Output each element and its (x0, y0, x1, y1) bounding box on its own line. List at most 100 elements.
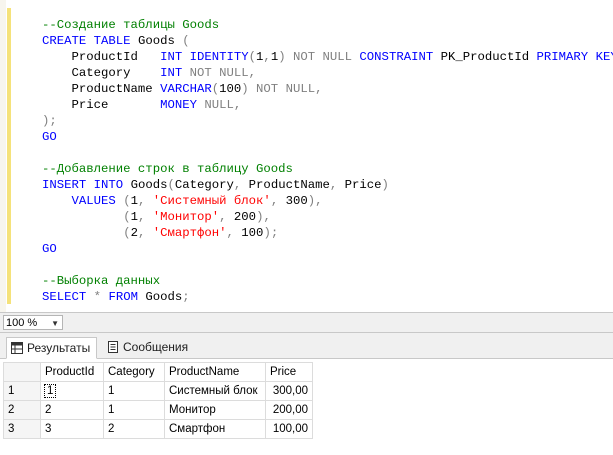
code-line[interactable]: ); (42, 113, 613, 129)
code-token: INSERT INTO (42, 178, 124, 192)
code-token: VALUES (42, 194, 116, 208)
code-line[interactable]: INSERT INTO Goods(Category, ProductName,… (42, 177, 613, 193)
column-header[interactable]: Price (265, 362, 313, 382)
table-row[interactable]: 3 3 2 Смартфон 100,00 (3, 419, 313, 439)
tab-results-label: Результаты (27, 341, 91, 355)
code-token: ( (123, 194, 131, 208)
tab-messages[interactable]: Сообщения (103, 337, 194, 357)
code-token: , (137, 226, 153, 240)
code-token: ) (241, 82, 249, 96)
tab-results[interactable]: Результаты (6, 337, 98, 360)
grid-cell[interactable]: Монитор (164, 400, 266, 420)
code-token: ( (182, 34, 190, 48)
grid-cell[interactable]: 300,00 (265, 381, 313, 401)
code-token: 2 (130, 226, 138, 240)
code-token: ); (42, 114, 57, 128)
code-token: ), (307, 194, 323, 208)
grid-cell[interactable]: Смартфон (164, 419, 266, 439)
code-token: ); (263, 226, 279, 240)
grid-cell[interactable]: 200,00 (265, 400, 313, 420)
results-tabs: Результаты Сообщения (0, 333, 613, 359)
grid-cell[interactable]: Системный блок (164, 381, 266, 401)
code-token: Goods (123, 178, 168, 192)
code-token: ( (248, 50, 257, 64)
code-token: ( (167, 178, 175, 192)
code-token: NOT NULL, (256, 82, 323, 96)
grid-corner[interactable] (3, 362, 41, 382)
code-line[interactable]: ProductId INT IDENTITY(1,1) NOT NULL CON… (42, 49, 613, 65)
code-token: ), (256, 210, 271, 224)
code-token: , (270, 194, 286, 208)
grid-cell[interactable]: 2 (40, 400, 104, 420)
table-row[interactable]: 2 2 1 Монитор 200,00 (3, 400, 313, 420)
code-line[interactable]: ProductName VARCHAR(100) NOT NULL, (42, 81, 613, 97)
code-line[interactable]: VALUES (1, 'Системный блок', 300), (42, 193, 613, 209)
code-token: --Добавление строк в таблицу Goods (42, 162, 293, 176)
code-token: --Выборка данных (42, 274, 161, 288)
query-editor[interactable]: --Создание таблицы Goods CREATE TABLE Goo… (0, 0, 613, 312)
code-line[interactable]: GO (42, 129, 613, 145)
code-token: CONSTRAINT (359, 50, 434, 64)
code-token: Category (174, 178, 234, 192)
editor-gutter (0, 0, 6, 312)
grid-cell[interactable]: 1 (103, 381, 165, 401)
code-line[interactable]: Price MONEY NULL, (42, 97, 613, 113)
code-token: ProductName (42, 82, 161, 96)
grid-cell[interactable]: 1 (40, 381, 104, 401)
results-grid[interactable]: ProductId Category ProductName Price 1 1… (3, 362, 313, 439)
code-line[interactable]: Category INT NOT NULL, (42, 65, 613, 81)
column-header[interactable]: ProductId (40, 362, 104, 382)
code-line[interactable] (42, 145, 613, 161)
row-number[interactable]: 2 (3, 400, 41, 420)
code-line[interactable]: CREATE TABLE Goods ( (42, 33, 613, 49)
code-token: CREATE TABLE (42, 34, 131, 48)
zoom-dropdown[interactable]: 100 % ▼ (3, 315, 63, 330)
table-row[interactable]: 1 1 1 Системный блок 300,00 (3, 381, 313, 401)
code-line[interactable]: --Создание таблицы Goods (42, 17, 613, 33)
code-line[interactable]: --Добавление строк в таблицу Goods (42, 161, 613, 177)
grid-cell[interactable]: 3 (40, 419, 104, 439)
code-token: FROM (108, 290, 138, 304)
code-line[interactable]: (2, 'Смартфон', 100); (42, 225, 613, 241)
code-line[interactable]: (1, 'Монитор', 200), (42, 209, 613, 225)
code-token: , (226, 226, 242, 240)
code-token: VARCHAR (160, 82, 212, 96)
code-token: , (219, 210, 234, 224)
code-line[interactable]: SELECT * FROM Goods; (42, 289, 613, 305)
code-token: PRIMARY KEY (536, 50, 613, 64)
grid-icon (11, 340, 23, 360)
messages-icon (107, 339, 119, 359)
code-token: 100 (241, 226, 264, 240)
code-token: ; (182, 290, 190, 304)
code-line[interactable] (42, 257, 613, 273)
column-header[interactable]: Category (103, 362, 165, 382)
grid-cell[interactable]: 100,00 (265, 419, 313, 439)
code-token: Goods (130, 34, 183, 48)
code-token: --Создание таблицы Goods (42, 18, 220, 32)
sql-code[interactable]: --Создание таблицы Goods CREATE TABLE Goo… (42, 17, 613, 305)
chevron-down-icon: ▼ (51, 319, 59, 328)
row-number[interactable]: 3 (3, 419, 41, 439)
code-token: 1 (130, 194, 138, 208)
code-token: 'Системный блок' (152, 194, 271, 208)
code-token: NOT NULL (292, 50, 353, 64)
code-token: , (137, 194, 153, 208)
grid-header-row: ProductId Category ProductName Price (3, 362, 313, 382)
grid-cell[interactable]: 1 (103, 400, 165, 420)
row-number[interactable]: 1 (3, 381, 41, 401)
code-token: GO (42, 130, 57, 144)
code-line[interactable]: GO (42, 241, 613, 257)
code-token: 'Смартфон' (152, 226, 227, 240)
zoom-bar: 100 % ▼ (0, 312, 613, 333)
code-line[interactable]: --Выборка данных (42, 273, 613, 289)
grid-cell[interactable]: 2 (103, 419, 165, 439)
code-token: * (93, 290, 102, 304)
column-header[interactable]: ProductName (164, 362, 266, 382)
code-token: Category (42, 66, 161, 80)
code-token: PK_ProductId (433, 50, 537, 64)
change-tracking-bar (7, 8, 11, 304)
code-token: Price (337, 178, 382, 192)
code-token: SELECT (42, 290, 87, 304)
code-token: NULL, (204, 98, 242, 112)
